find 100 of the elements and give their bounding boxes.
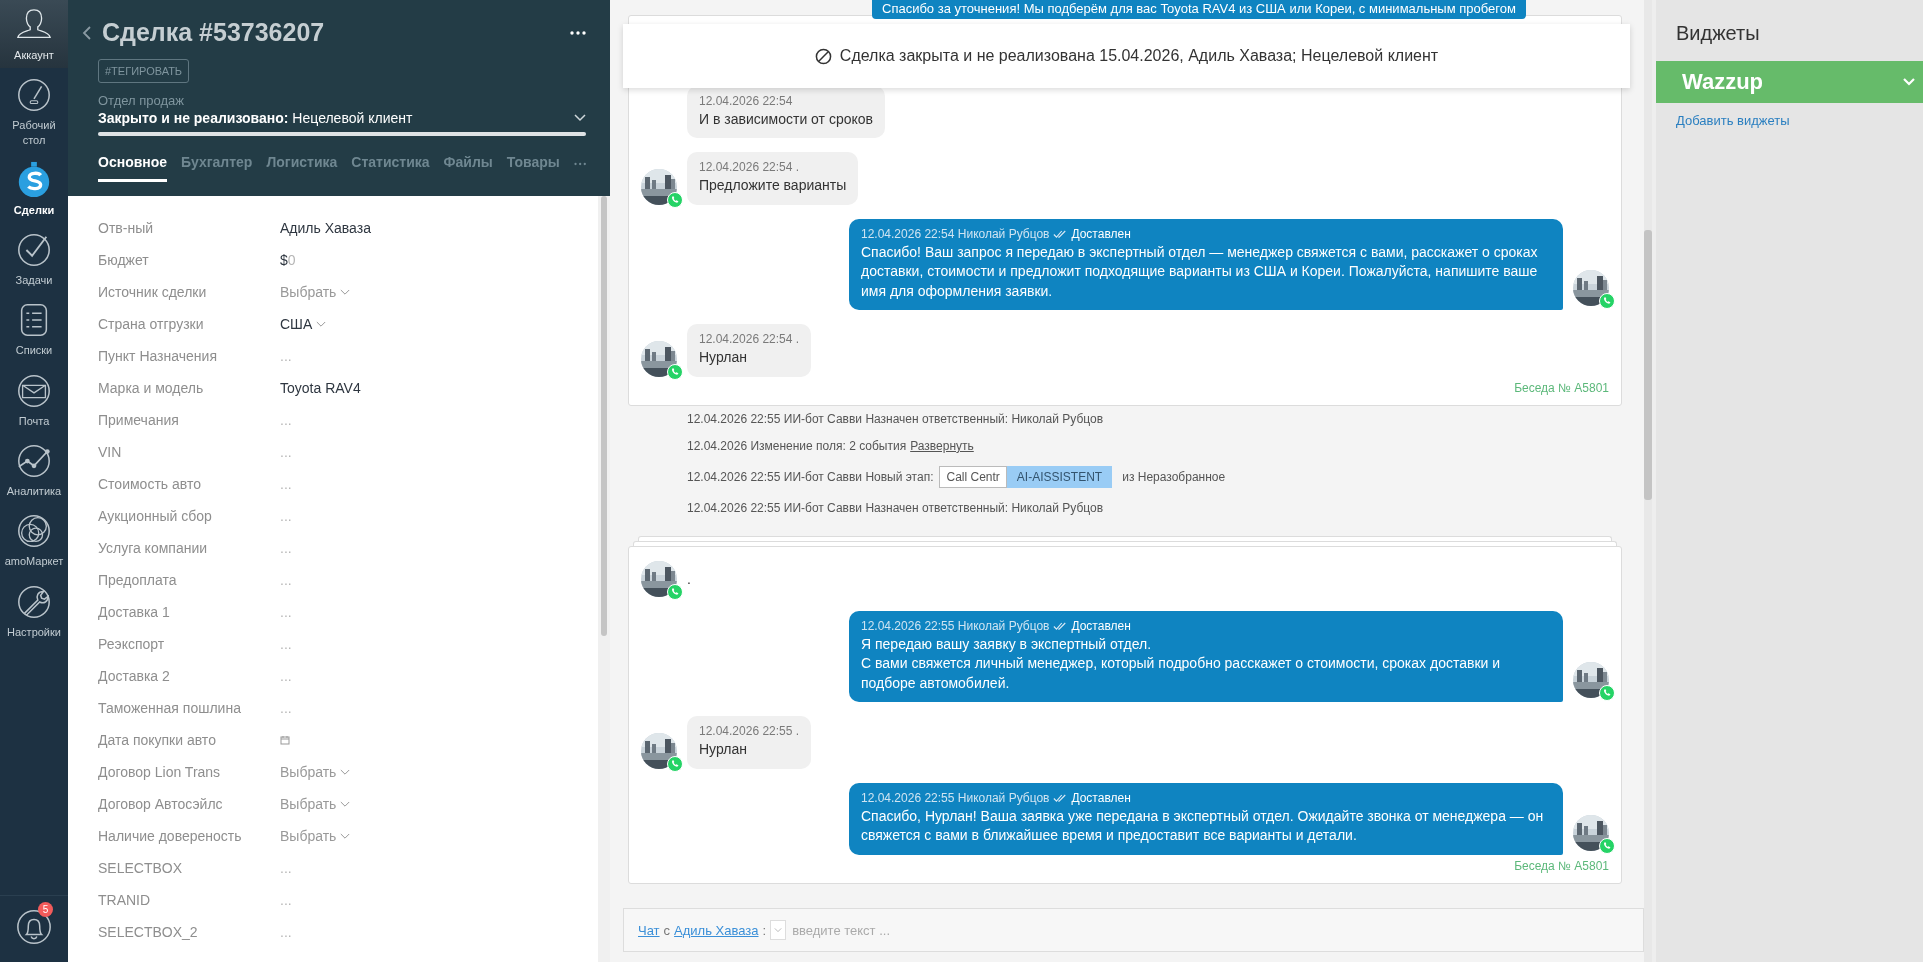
nav-item[interactable]: Аккаунт	[0, 0, 68, 69]
select-field[interactable]: США	[280, 316, 327, 332]
deal-closed-notice: Сделка закрыта и не реализована 15.04.2026, Адиль Хаваза; Нецелевой клиент	[623, 24, 1630, 88]
field-value[interactable]: Toyota RAV4	[280, 380, 361, 396]
field-label: Договор Автосэйлс	[98, 796, 224, 812]
whatsapp-icon	[667, 755, 683, 772]
tab[interactable]: Файлы	[443, 154, 493, 182]
field-label: Предоплата	[98, 572, 178, 588]
field-value[interactable]: ...	[280, 444, 292, 460]
field-value[interactable]: Адиль Хаваза	[280, 220, 371, 236]
whatsapp-icon	[667, 583, 683, 600]
select-field[interactable]: Выбрать	[280, 284, 351, 300]
add-widgets-link[interactable]: Добавить виджеты	[1676, 113, 1790, 128]
stage-tag: Call Centr	[939, 465, 1007, 488]
field-value[interactable]: ...	[280, 540, 292, 556]
field-label: Доставка 2	[98, 668, 171, 684]
message-bubble: 12.04.2026 22:54 . Предложите варианты	[687, 152, 859, 205]
nav-item[interactable]: Настройки	[0, 574, 68, 645]
select-field[interactable]: Выбрать	[280, 796, 351, 812]
budget-field[interactable]: $0	[280, 252, 296, 268]
tab[interactable]: Товары	[506, 154, 560, 182]
notification-badge: 5	[38, 902, 53, 917]
status-dropdown[interactable]: Закрыто и не реализовано: Нецелевой клиент	[98, 110, 586, 126]
field-value[interactable]: ...	[280, 700, 292, 716]
field-label: Услуга компании	[98, 540, 209, 556]
message-bubble: 12.04.2026 22:55 Николай Рубцов Доставлен Я передаю вашу заявку в экспертный отдел. С вами свяжется личный менеджер, который подробно расскажет о стоимости, сроках доставки и подборе автомобилей.	[849, 610, 1563, 703]
event-text: 12.04.2026 Изменение поля: 2 события	[687, 438, 907, 453]
tag-button[interactable]: #ТЕГИРОВАТЬ	[98, 59, 190, 83]
stage-tag: AI-AISSISTENT	[1006, 465, 1113, 488]
double-check-icon	[1053, 229, 1068, 239]
nav-item[interactable]: Аналитика	[0, 434, 68, 505]
event-text: 12.04.2026 22:55 ИИ-бот Савви Новый этап:	[687, 469, 934, 484]
field-label: SELECTBOX_2	[98, 924, 199, 940]
tab[interactable]: Бухгалтер	[181, 154, 253, 182]
widget-header[interactable]: Wazzup	[1656, 61, 1923, 103]
tab[interactable]: Основное	[98, 154, 168, 182]
calendar-icon[interactable]	[280, 735, 290, 745]
field-label: Стоимость авто	[98, 476, 202, 492]
whatsapp-icon	[667, 191, 683, 208]
scrollbar-thumb[interactable]	[601, 196, 607, 636]
nav-item[interactable]: Списки	[0, 293, 68, 364]
field-label: Дата покупки авто	[98, 732, 217, 748]
field-value[interactable]: ...	[280, 668, 292, 684]
field-label: Доставка 1	[98, 604, 171, 620]
field-label: Марка и модель	[98, 380, 205, 396]
field-label: Наличие довереность	[98, 828, 243, 844]
more-tabs-icon[interactable]	[573, 161, 586, 166]
chat-mode-link[interactable]: Чат	[638, 922, 660, 938]
field-value[interactable]: ...	[280, 508, 292, 524]
tab[interactable]: Статистика	[351, 154, 430, 182]
conversation-number[interactable]: Беседа № A5801	[641, 858, 1609, 877]
field-label: SELECTBOX	[98, 860, 184, 876]
chevron-down-icon	[340, 768, 351, 776]
field-label: TRANID	[98, 892, 152, 908]
select-field[interactable]: Выбрать	[280, 828, 351, 844]
field-label: Реэкспорт	[98, 636, 166, 652]
field-value[interactable]: ...	[280, 860, 292, 876]
nav-item[interactable]: amoМаркет	[0, 504, 68, 575]
chevron-down-icon	[316, 320, 327, 328]
field-label: Бюджет	[98, 252, 150, 268]
conversation-number[interactable]: Беседа № A5801	[641, 380, 1609, 399]
event-text: 12.04.2026 22:55 ИИ-бот Савви Назначен ответственный: Николай Рубцов	[686, 499, 1105, 517]
widgets-title: Виджеты	[1676, 22, 1761, 45]
whatsapp-icon	[1599, 837, 1615, 854]
field-label: Аукционный сбор	[98, 508, 213, 524]
field-label: Отв-ный	[98, 220, 154, 236]
field-label: Таможенная пошлина	[98, 700, 242, 716]
scrollbar-thumb[interactable]	[1644, 230, 1652, 500]
field-label: Договор Lion Trans	[98, 764, 222, 780]
field-label: Примечания	[98, 412, 180, 428]
composer-text: с	[663, 922, 671, 938]
nav-item[interactable]: Сделки	[0, 152, 68, 224]
message-composer[interactable]: Чат с Адиль Хаваза : введите текст ...	[623, 908, 1644, 952]
deal-title: Сделка #53736207	[102, 18, 326, 47]
message-text: .	[687, 570, 691, 587]
select-field[interactable]: Выбрать	[280, 764, 351, 780]
field-value[interactable]: ...	[280, 604, 292, 620]
nav-item[interactable]: Задачи	[0, 223, 68, 294]
event-text: из Неразобранное	[1122, 469, 1226, 484]
field-value[interactable]: ...	[280, 476, 292, 492]
more-icon[interactable]	[570, 30, 586, 35]
field-value[interactable]: ...	[280, 412, 292, 428]
tab[interactable]: Логистика	[266, 154, 338, 182]
message-bubble: 12.04.2026 22:55 Николай Рубцов Доставлен Спасибо, Нурлан! Ваша заявка уже передана в экспертный отдел. Ожидайте звонка от менеджера — он свяжется с вами в ближайшее время и предоставит все варианты и детали.	[849, 782, 1563, 855]
field-label: Пункт Назначения	[98, 348, 218, 364]
field-value[interactable]: ...	[280, 924, 292, 940]
chevron-down-icon	[1903, 78, 1915, 86]
nav-item[interactable]: Рабочий стол	[0, 68, 68, 153]
double-check-icon	[1053, 621, 1068, 631]
field-value[interactable]: ...	[280, 892, 292, 908]
recipient-link[interactable]: Адиль Хаваза	[674, 922, 759, 938]
chevron-down-icon	[340, 832, 351, 840]
field-value[interactable]: ...	[280, 348, 292, 364]
nav-item[interactable]: Почта	[0, 363, 68, 435]
field-value[interactable]: ...	[280, 572, 292, 588]
field-label: Источник сделки	[98, 284, 208, 300]
field-value[interactable]: ...	[280, 636, 292, 652]
expand-link[interactable]: Развернуть	[910, 438, 974, 453]
message-bubble: Спасибо за уточнения! Мы подберём для вас Toyota RAV4 из США или Кореи, с минимальным пробегом	[872, 0, 1526, 19]
whatsapp-icon	[1599, 293, 1615, 310]
